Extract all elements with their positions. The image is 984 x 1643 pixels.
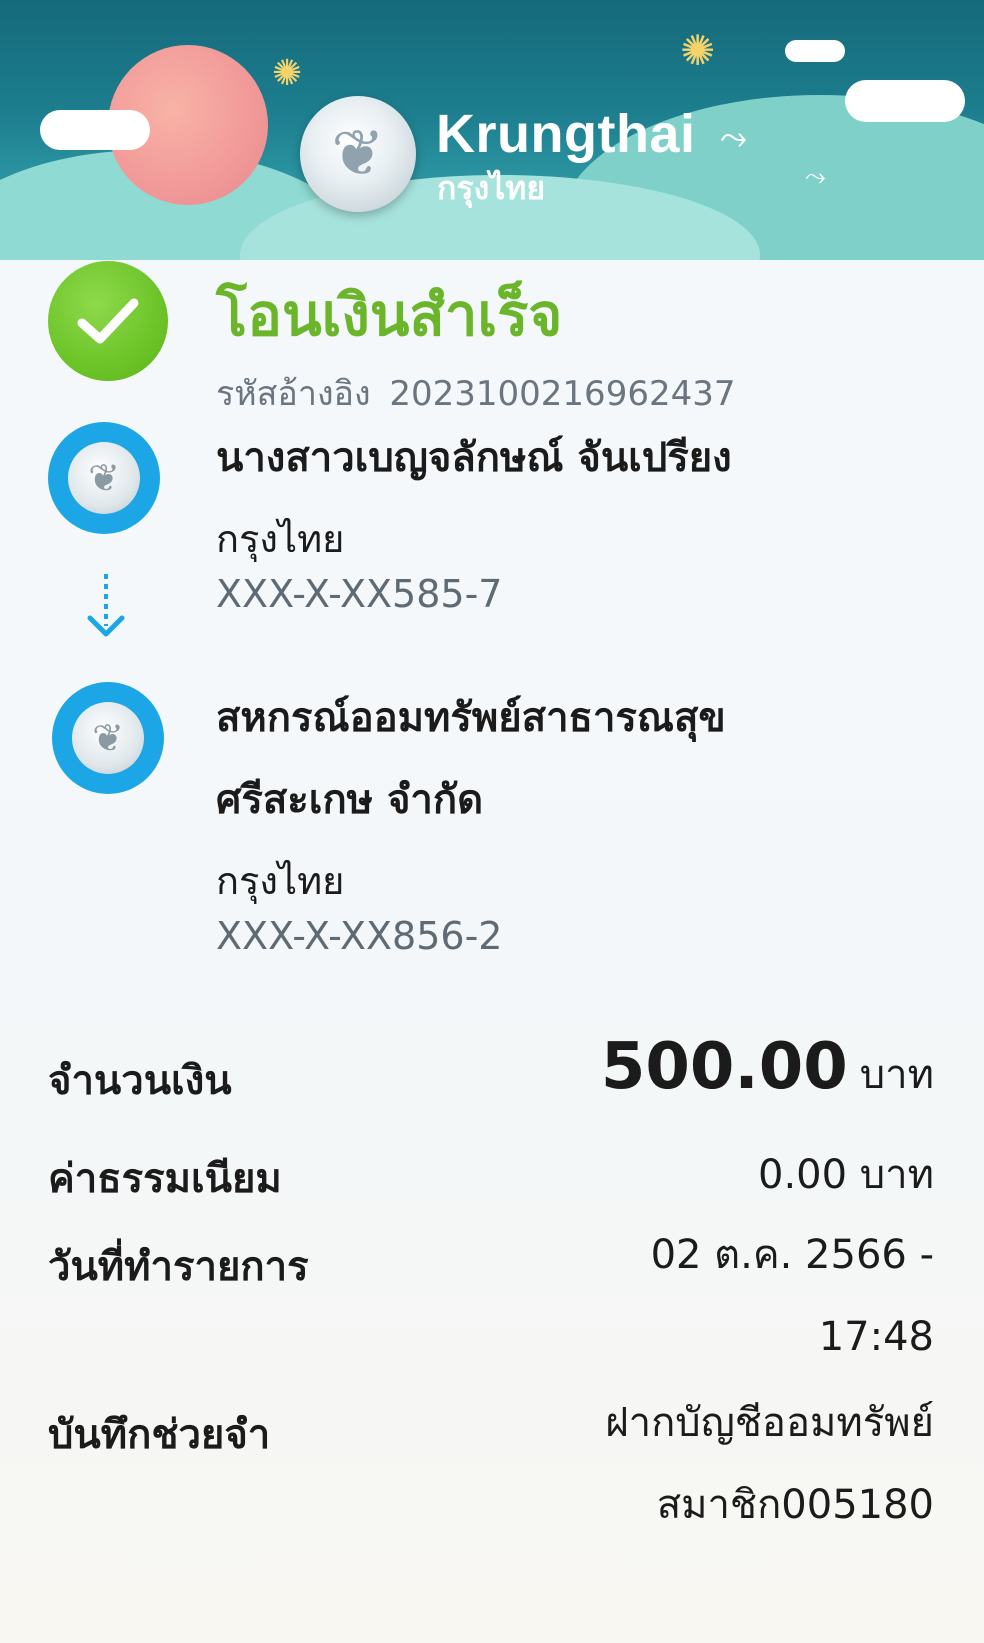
arrow-down-icon (87, 615, 125, 637)
status-title: โอนเงินสำเร็จ (216, 281, 563, 349)
date-value: 02 ต.ค. 2566 - 17:48 (651, 1214, 934, 1378)
decor-cloud (845, 80, 965, 122)
firework-icon: ✺ (272, 53, 303, 94)
recipient-name-line1: สหกรณ์ออมทรัพย์สาธารณสุข (216, 695, 726, 741)
header-banner: ✺ ✺ ⤳ ⤳ ❦ Krungthai กรุงไทย (0, 0, 984, 260)
amount-value: 500.00 (600, 1030, 848, 1104)
memo-line: สมาชิก005180 (656, 1482, 934, 1528)
time-line: 17:48 (818, 1314, 934, 1360)
recipient-name-line2: ศรีสะเกษ จำกัด (216, 777, 484, 823)
fee-value: 0.00 บาท (758, 1152, 934, 1198)
reference-value: 2023100216962437 (389, 374, 736, 414)
memo-label: บันทึกช่วยจำ (48, 1412, 271, 1458)
reference-label: รหัสอ้างอิง (216, 374, 371, 414)
brand-name-en: Krungthai (436, 104, 696, 164)
decor-cloud (40, 110, 150, 150)
amount-label: จำนวนเงิน (48, 1058, 232, 1104)
memo-line: ฝากบัญชีออมทรัพย์ (605, 1400, 934, 1446)
sender-name: นางสาวเบญจลักษณ์ จันเปรียง (216, 435, 732, 481)
amount-value-row: 500.00 บาท (601, 1030, 934, 1106)
sender-bank-icon: ❦ (48, 422, 160, 534)
recipient-bank: กรุงไทย (216, 859, 345, 903)
sender-bank: กรุงไทย (216, 517, 345, 561)
rabbit-icon: ⤳ (805, 162, 826, 192)
recipient-account: XXX-X-XX856-2 (216, 914, 503, 958)
success-check-icon (48, 261, 168, 381)
memo-value: ฝากบัญชีออมทรัพย์ สมาชิก005180 (605, 1382, 934, 1546)
date-label: วันที่ทำรายการ (48, 1244, 309, 1290)
date-line: 02 ต.ค. 2566 - (650, 1232, 934, 1278)
sender-account: XXX-X-XX585-7 (216, 572, 503, 616)
amount-unit: บาท (859, 1052, 934, 1098)
firework-icon: ✺ (680, 26, 716, 75)
brand-name-th: กรุงไทย (437, 169, 546, 207)
recipient-bank-icon: ❦ (52, 682, 164, 794)
decor-cloud (785, 40, 845, 62)
rabbit-icon: ⤳ (720, 118, 748, 158)
krungthai-logo-icon: ❦ (300, 96, 416, 212)
reference-row: รหัสอ้างอิง 2023100216962437 (216, 366, 735, 420)
fee-label: ค่าธรรมเนียม (48, 1156, 282, 1202)
